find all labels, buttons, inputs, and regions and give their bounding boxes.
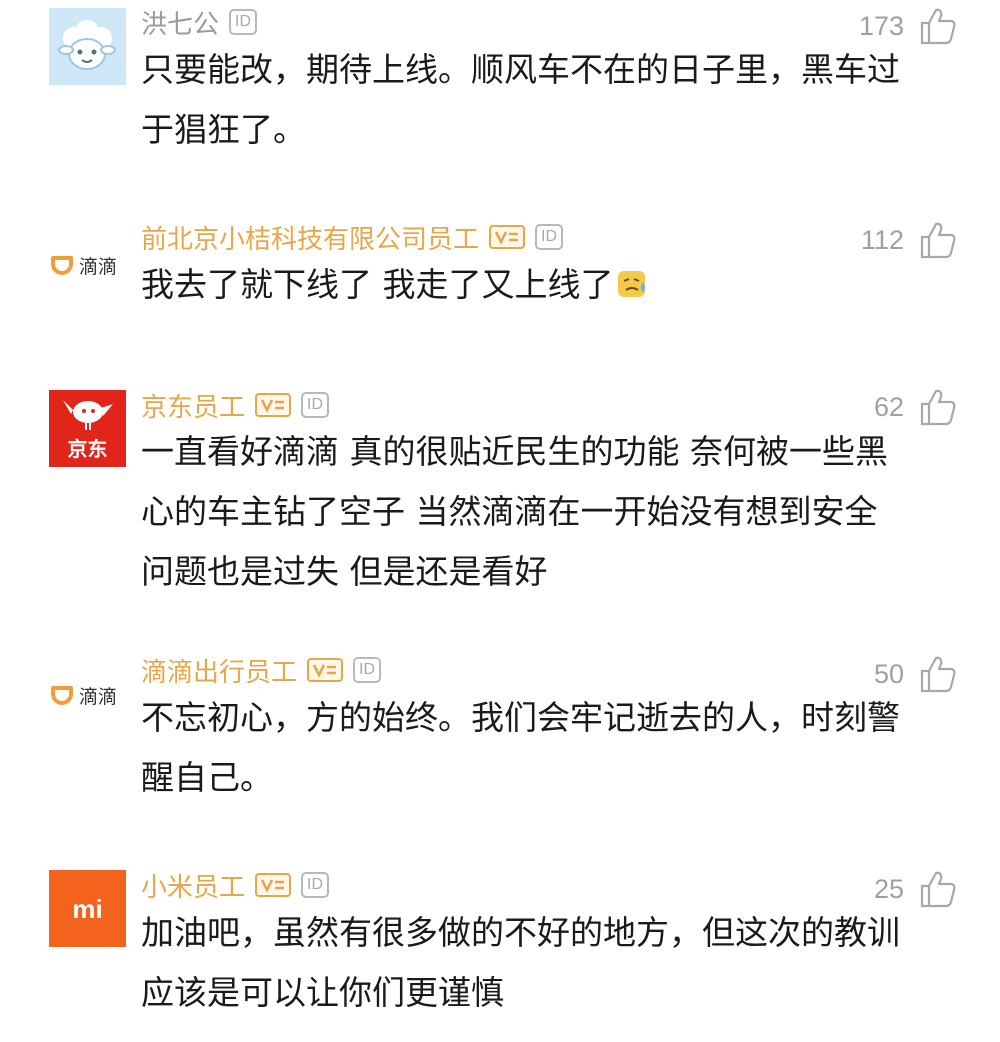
verified-v-icon	[260, 879, 285, 893]
id-badge: ID	[301, 392, 330, 418]
comment-text: 只要能改，期待上线。顺风车不在的日子里，黑车过于猖狂了。	[141, 50, 900, 149]
like-count: 62	[873, 391, 904, 422]
like-count: 50	[873, 658, 904, 689]
id-badge: ID	[301, 872, 330, 898]
didi-logo-icon	[51, 686, 73, 705]
verified-v-icon	[494, 231, 519, 245]
author-name[interactable]: 洪七公	[141, 4, 219, 41]
id-badge: ID	[353, 657, 382, 683]
author-name[interactable]: 前北京小桔科技有限公司员工	[141, 219, 479, 256]
author-row: 洪七公 ID	[141, 4, 258, 41]
avatar-text: mi	[72, 894, 102, 924]
author-name[interactable]: 小米员工	[141, 867, 245, 904]
comment-text: 不忘初心，方的始终。我们会牢记逝去的人，时刻警醒自己。	[141, 698, 900, 797]
author-row: 滴滴出行员工 ID	[141, 652, 382, 689]
org-logo-text: 滴滴	[79, 685, 118, 708]
verified-badge	[255, 873, 292, 897]
comment-text: 我去了就下线了 我走了又上线了	[141, 255, 901, 315]
like-control[interactable]: 112	[861, 220, 958, 260]
verified-badge	[307, 658, 344, 682]
like-control[interactable]: 62	[874, 387, 958, 427]
verified-badge	[255, 393, 292, 417]
mi-logo-icon: mi	[49, 870, 126, 947]
author-row: 京东员工 ID	[141, 387, 330, 424]
avatar[interactable]: 滴滴	[49, 680, 117, 710]
avatar[interactable]: mi	[49, 870, 126, 947]
avatar[interactable]: 京东	[49, 390, 126, 467]
author-name[interactable]: 京东员工	[141, 387, 245, 424]
verified-v-icon	[312, 664, 337, 678]
comment-text: 加油吧，虽然有很多做的不好的地方，但这次的教训应该是可以让你们更谨慎	[141, 913, 900, 1012]
sweat-emoji-icon	[617, 271, 645, 297]
verified-v-icon	[260, 399, 285, 413]
thumbs-up-icon[interactable]	[918, 869, 958, 909]
comment-text: 一直看好滴滴 真的很贴近民生的功能 奈何被一些黑心的车主钻了空子 当然滴滴在一开…	[141, 432, 888, 591]
thumbs-up-icon[interactable]	[918, 654, 958, 694]
avatar[interactable]: 滴滴	[49, 250, 117, 280]
avatar[interactable]	[49, 8, 126, 85]
thumbs-up-icon[interactable]	[918, 6, 958, 46]
comment-text-body: 我去了就下线了 我走了又上线了	[141, 265, 614, 304]
id-badge: ID	[229, 9, 258, 35]
author-row: 小米员工 ID	[141, 867, 330, 904]
like-count: 25	[873, 873, 904, 904]
thumbs-up-icon[interactable]	[918, 220, 958, 260]
like-count: 112	[860, 224, 904, 255]
author-row: 前北京小桔科技有限公司员工 ID	[141, 219, 564, 256]
sheep-avatar-icon	[49, 8, 126, 85]
didi-logo-icon	[51, 256, 73, 275]
jd-dog-logo-icon: 京东	[49, 390, 126, 467]
thumbs-up-icon[interactable]	[918, 387, 958, 427]
avatar-text: 京东	[68, 437, 108, 461]
like-count: 173	[858, 10, 904, 41]
id-badge: ID	[535, 224, 564, 250]
verified-badge	[489, 225, 526, 249]
org-logo-text: 滴滴	[79, 255, 118, 278]
author-name[interactable]: 滴滴出行员工	[141, 652, 297, 689]
